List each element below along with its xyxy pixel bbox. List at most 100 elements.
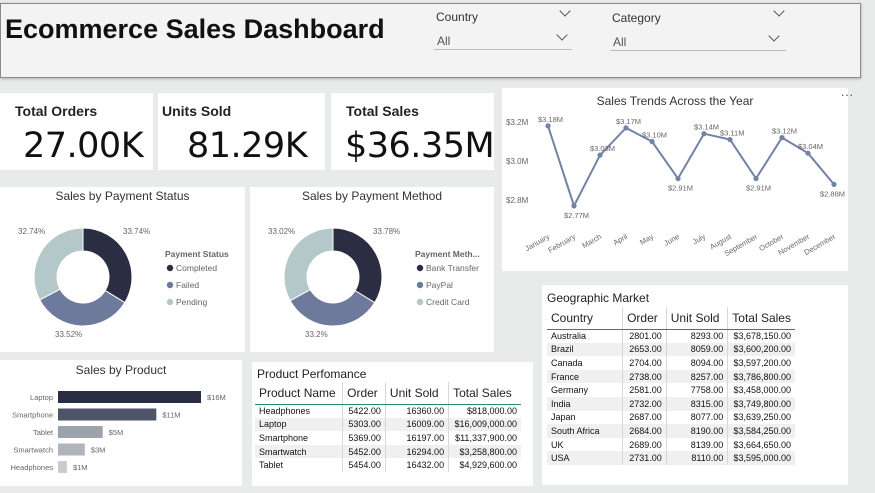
country-slicer[interactable]: All (434, 28, 572, 50)
x-tick-label: March (580, 232, 603, 250)
data-label: $3.11M (720, 129, 744, 138)
table-cell: 5454.00 (342, 458, 386, 472)
x-tick-label: February (547, 232, 578, 255)
table-row: France 2738.00 8257.00 $3,786,800.00 (547, 369, 795, 384)
table-cell: $3,597,200.00 (727, 356, 795, 370)
donut-slice (283, 227, 334, 302)
geographic-market-card: Geographic Market Country Order Unit Sold T… (542, 285, 848, 485)
country-slicer-value: All (437, 34, 451, 48)
table-row: Australia 2801.00 8293.00 $3,678,150.00 (547, 329, 795, 343)
table-title: Product Perfomance (257, 367, 367, 381)
table-row: Smartphone 5369.00 16197.00 $11,337,900.00 (255, 431, 521, 445)
kpi-total-sales: Total Sales $36.35M (331, 93, 495, 170)
table-row: Japan 2687.00 8077.00 $3,639,250.00 (547, 410, 795, 425)
legend-marker (166, 281, 174, 289)
table-cell: 5422.00 (342, 404, 386, 418)
column-header[interactable]: Total Sales (448, 382, 521, 405)
category-label: Headphones (10, 463, 53, 472)
data-point (649, 138, 655, 145)
data-label: $2.91M (668, 184, 693, 193)
donut-slice (39, 288, 126, 327)
category-label: Smartphone (12, 411, 53, 420)
data-point (545, 123, 551, 129)
x-tick-label: June (662, 232, 681, 248)
table-cell: $16,009,000.00 (448, 417, 521, 432)
data-label: 33.74% (123, 227, 150, 236)
data-label: $3.03M (590, 144, 615, 153)
data-point (779, 135, 785, 141)
column-header[interactable]: Order (622, 307, 667, 330)
sales-by-product-card: Sales by Product Laptop $16M Smartphone $11… (0, 360, 242, 486)
donut-slice (289, 288, 376, 327)
data-label: $3.18M (538, 115, 563, 124)
table-cell: Tablet (259, 460, 284, 471)
data-point (623, 125, 629, 131)
bar (58, 408, 157, 421)
table-cell: Australia (551, 331, 587, 342)
column-header[interactable]: Unit Sold (665, 307, 728, 330)
x-tick-label: April (611, 232, 629, 247)
table-row: Headphones 5422.00 16360.00 $818,000.00 (255, 404, 521, 418)
geographic-market-table: Country Order Unit Sold Total Sales Australi… (547, 307, 795, 465)
legend-marker (416, 281, 424, 289)
bar (58, 426, 103, 438)
table-cell: 5452.00 (342, 444, 386, 459)
table-row: USA 2731.00 8110.00 $3,595,000.00 (547, 451, 795, 465)
column-header[interactable]: Unit Sold (384, 382, 449, 405)
bar (58, 443, 85, 456)
legend-marker (166, 298, 174, 306)
table-cell: $3,258,800.00 (448, 444, 521, 459)
table-cell: 2581.00 (622, 383, 667, 397)
table-cell: Brazil (547, 342, 623, 357)
table-cell: $4,929,600.00 (448, 458, 521, 472)
table-cell: 16432.00 (384, 458, 449, 472)
data-label: $3.14M (694, 123, 719, 132)
table-cell: 5303.00 (342, 417, 386, 432)
column-header[interactable]: Product Name (255, 382, 343, 405)
kpi-value: 81.29K (187, 126, 308, 166)
data-label: $2.88M (820, 189, 845, 198)
table-cell: 8257.00 (665, 369, 728, 384)
category-slicer-label: Category (612, 11, 661, 25)
table-row: Canada 2704.00 8094.00 $3,597,200.00 (547, 356, 795, 370)
legend-marker (416, 298, 424, 306)
y-tick-label: $3.0M (506, 157, 529, 166)
column-header[interactable]: Country (547, 307, 623, 330)
chevron-down-icon[interactable] (773, 5, 785, 17)
legend-marker (166, 264, 174, 272)
table-cell: 8077.00 (665, 410, 728, 425)
table-cell: $3,749,800.00 (727, 396, 795, 411)
kpi-value: $36.35M (345, 126, 495, 166)
data-point (753, 175, 759, 182)
legend-label: Bank Transfer (426, 263, 479, 273)
table-cell: 16197.00 (384, 431, 449, 445)
table-cell: 16294.00 (384, 444, 449, 459)
donut-slice (33, 227, 84, 301)
table-cell: 2738.00 (622, 369, 667, 384)
table-cell: Germany (551, 385, 589, 396)
legend-label: Pending (176, 297, 207, 307)
data-label: $3M (91, 446, 106, 455)
sales-trend-card: Sales Trends Across the Year $3.2M $3.0M $… (502, 88, 848, 271)
country-slicer-label: Country (436, 10, 479, 24)
data-label: 33.78% (373, 227, 400, 236)
table-cell: $3,786,800.00 (727, 369, 795, 384)
table-cell: France (547, 369, 623, 384)
table-cell: India (547, 396, 623, 411)
payment-method-card: Sales by Payment Method 33.78% 33.2% 33.02… (250, 187, 494, 352)
column-header[interactable]: Order (342, 382, 386, 405)
more-options-icon[interactable]: ... (841, 85, 854, 99)
x-tick-label: May (638, 232, 655, 247)
product-performance-card: Product Perfomance Product Name Order Unit… (252, 362, 533, 486)
data-point (727, 136, 733, 143)
kpi-title: Total Orders (15, 103, 98, 119)
table-cell: 16009.00 (384, 417, 449, 432)
table-cell: 5369.00 (342, 431, 386, 445)
dashboard-header: Ecommerce Sales Dashboard Country All Ca… (0, 3, 861, 78)
page-title: Ecommerce Sales Dashboard (5, 14, 385, 44)
category-slicer[interactable]: All (610, 29, 786, 51)
column-header[interactable]: Total Sales (727, 307, 795, 330)
chevron-down-icon[interactable] (559, 5, 571, 17)
table-cell: 2689.00 (622, 437, 667, 452)
table-cell: 8110.00 (665, 451, 728, 465)
